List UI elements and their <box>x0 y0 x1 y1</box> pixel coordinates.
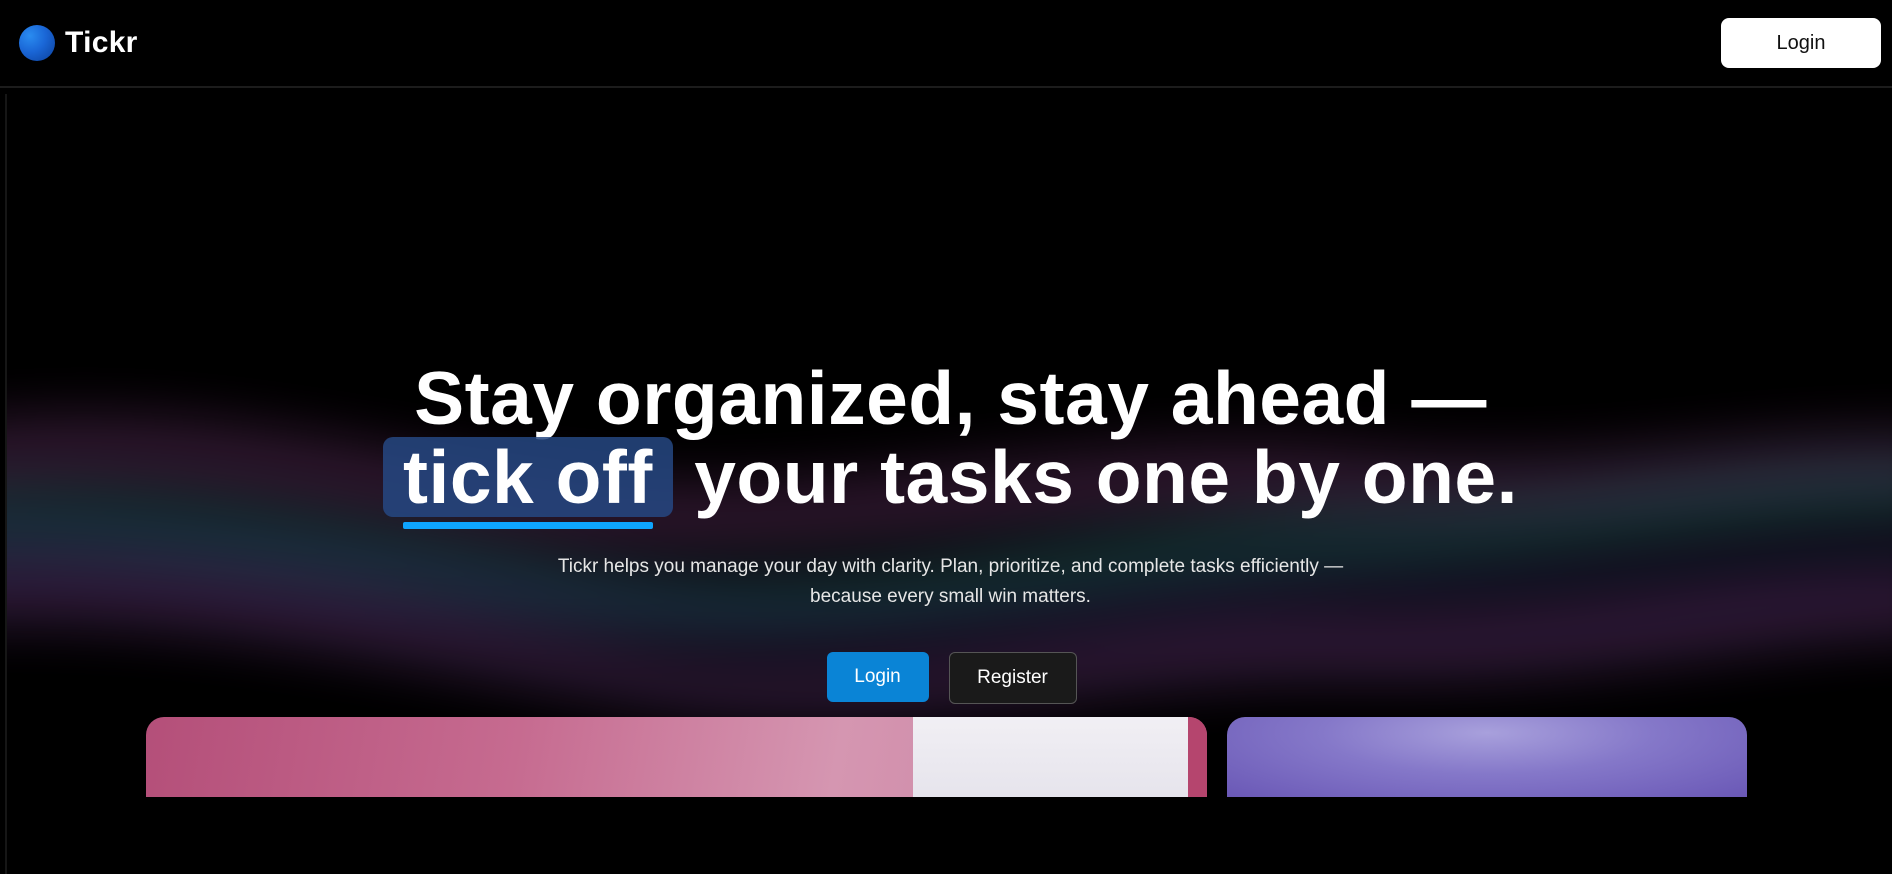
hero-title-line-2-rest: your tasks one by one. <box>694 435 1518 519</box>
hero-title-highlight: tick off <box>383 437 673 529</box>
hero-subtitle-line-2: because every small win matters. <box>810 586 1091 607</box>
hero-title-line-2: tick off your tasks one by one. <box>7 435 1892 529</box>
hero-title-line-1: Stay organized, stay ahead — <box>414 356 1487 440</box>
hero-login-button[interactable]: Login <box>826 652 929 702</box>
hero-register-button[interactable]: Register <box>948 652 1077 704</box>
brand[interactable]: Tickr <box>19 24 138 62</box>
hero-cta-row: Login Register <box>7 652 1892 704</box>
brand-logo-icon <box>19 25 55 61</box>
preview-card-panel <box>913 717 1188 797</box>
top-navbar: Tickr Login <box>0 0 1892 88</box>
hero-subtitle-line-1: Tickr helps you manage your day with cla… <box>557 556 1344 577</box>
preview-card-purple <box>1227 717 1747 797</box>
brand-name: Tickr <box>65 26 138 59</box>
preview-card-pink <box>146 717 1207 797</box>
nav-login-button[interactable]: Login <box>1721 18 1881 68</box>
preview-card-edge <box>1188 717 1207 797</box>
